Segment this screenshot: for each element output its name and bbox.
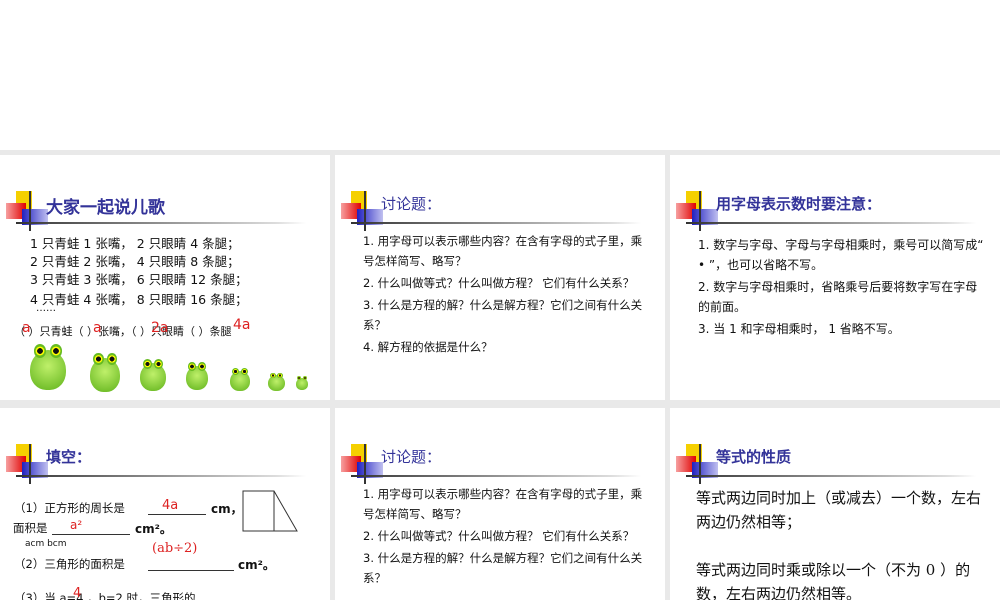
slide-thumbnail-3[interactable]: 用字母表示数时要注意： 1. 数字与字母、字母与字母相乘时，乘号可以简写成“ •…	[670, 155, 1000, 400]
note-item: 3. 当 1 和字母相乘时， 1 省略不写。	[698, 322, 900, 336]
unit: cm²。	[238, 558, 275, 572]
slide-title: 大家一起说儿歌	[46, 198, 165, 218]
discussion-item: 4. 解方程的依据是什么？	[363, 340, 493, 354]
trapezoid-figure	[242, 490, 298, 532]
answer: 2a	[151, 320, 169, 336]
question-1-area: 面积是	[13, 521, 48, 535]
rhyme-line: 4 只青蛙 4 张嘴， 8 只眼睛 16 条腿；	[30, 292, 248, 307]
slide-title: 用字母表示数时要注意：	[716, 195, 882, 213]
answer: 4a	[233, 317, 251, 333]
discussion-item: 1. 用字母可以表示哪些内容？在含有字母的式子里，乘号怎样简写、略写？	[363, 487, 643, 521]
blank	[52, 534, 130, 535]
title-rule	[351, 222, 641, 224]
discussion-item: 3. 什么是方程的解？什么是解方程？它们之间有什么关系？	[363, 298, 643, 332]
frog-icon	[268, 372, 285, 391]
answer: a²	[70, 518, 83, 532]
question-1-text: （1）正方形的周长是	[14, 501, 125, 515]
answer: 4	[73, 586, 82, 600]
rhyme-line: 2 只青蛙 2 张嘴， 4 只眼睛 8 条腿；	[30, 254, 240, 269]
answer: a	[22, 320, 31, 336]
title-decoration-icon	[676, 191, 718, 231]
frog-icon	[30, 344, 66, 390]
title-rule	[686, 475, 976, 477]
discussion-item: 2. 什么叫做等式？什么叫做方程？ 它们有什么关系？	[363, 529, 635, 543]
frog-icon	[296, 376, 308, 390]
discussion-item: 2. 什么叫做等式？什么叫做方程？ 它们有什么关系？	[363, 276, 635, 290]
slide-thumbnail-4[interactable]: 填空： （1）正方形的周长是 4a cm， 面积是 a² cm²。 acm bc…	[0, 408, 330, 600]
blank	[148, 570, 234, 571]
rhyme-line: 1 只青蛙 1 张嘴， 2 只眼睛 4 条腿；	[30, 236, 240, 251]
ellipsis: ……	[36, 303, 56, 314]
question-3-text: （3）当 a=4 ，b=2 时，三角形的	[14, 591, 196, 600]
unit: cm，	[211, 502, 243, 516]
note-item: 2. 数字与字母相乘时，省略乘号后要将数字写在字母的前面。	[698, 280, 978, 314]
unit: cm²。	[135, 522, 172, 536]
slide-thumbnail-2[interactable]: 讨论题： 1. 用字母可以表示哪些内容？在含有字母的式子里，乘号怎样简写、略写？…	[335, 155, 665, 400]
frog-icon	[230, 368, 250, 391]
blank	[148, 514, 206, 515]
property-2: 等式两边同时乘或除以一个（不为 0 ）的数，左右两边仍然相等。	[696, 561, 971, 600]
title-decoration-icon	[6, 191, 48, 231]
slide-title: 讨论题：	[381, 195, 442, 213]
note-item: 1. 数字与字母、字母与字母相乘时，乘号可以简写成“ • ”，也可以省略不写。	[698, 238, 984, 272]
rhyme-last-line: （ ）只青蛙（ ）张嘴，（ ）只眼睛（ ）条腿	[14, 325, 232, 338]
slide-thumbnail-1[interactable]: 大家一起说儿歌 1 只青蛙 1 张嘴， 2 只眼睛 4 条腿； 2 只青蛙 2 …	[0, 155, 330, 400]
title-rule	[686, 222, 976, 224]
title-rule	[351, 475, 641, 477]
title-decoration-icon	[676, 444, 718, 484]
slide-title: 讨论题：	[381, 448, 442, 466]
title-decoration-icon	[341, 444, 383, 484]
frog-icon	[186, 362, 208, 390]
question-2-text: （2）三角形的面积是	[14, 557, 125, 571]
slide-title: 等式的性质	[716, 448, 792, 466]
title-rule	[16, 222, 306, 224]
property-1: 等式两边同时加上（或减去）一个数，左右两边仍然相等；	[696, 489, 982, 531]
rhyme-line: 3 只青蛙 3 张嘴， 6 只眼睛 12 条腿；	[30, 272, 248, 287]
answer: a	[93, 320, 102, 336]
answer: (ab÷2)	[152, 541, 198, 556]
title-decoration-icon	[341, 191, 383, 231]
discussion-item: 3. 什么是方程的解？什么是解方程？它们之间有什么关系？	[363, 551, 643, 585]
dimension-labels: acm bcm	[25, 539, 67, 549]
title-rule	[16, 475, 306, 477]
slide-thumbnail-6[interactable]: 等式的性质 等式两边同时加上（或减去）一个数，左右两边仍然相等； 等式两边同时乘…	[670, 408, 1000, 600]
slide-thumbnail-5[interactable]: 讨论题： 1. 用字母可以表示哪些内容？在含有字母的式子里，乘号怎样简写、略写？…	[335, 408, 665, 600]
discussion-item: 1. 用字母可以表示哪些内容？在含有字母的式子里，乘号怎样简写、略写？	[363, 234, 643, 268]
slide-title: 填空：	[46, 448, 92, 466]
title-decoration-icon	[6, 444, 48, 484]
frog-icon	[140, 358, 166, 391]
frog-icon	[90, 352, 120, 392]
answer: 4a	[162, 498, 179, 513]
